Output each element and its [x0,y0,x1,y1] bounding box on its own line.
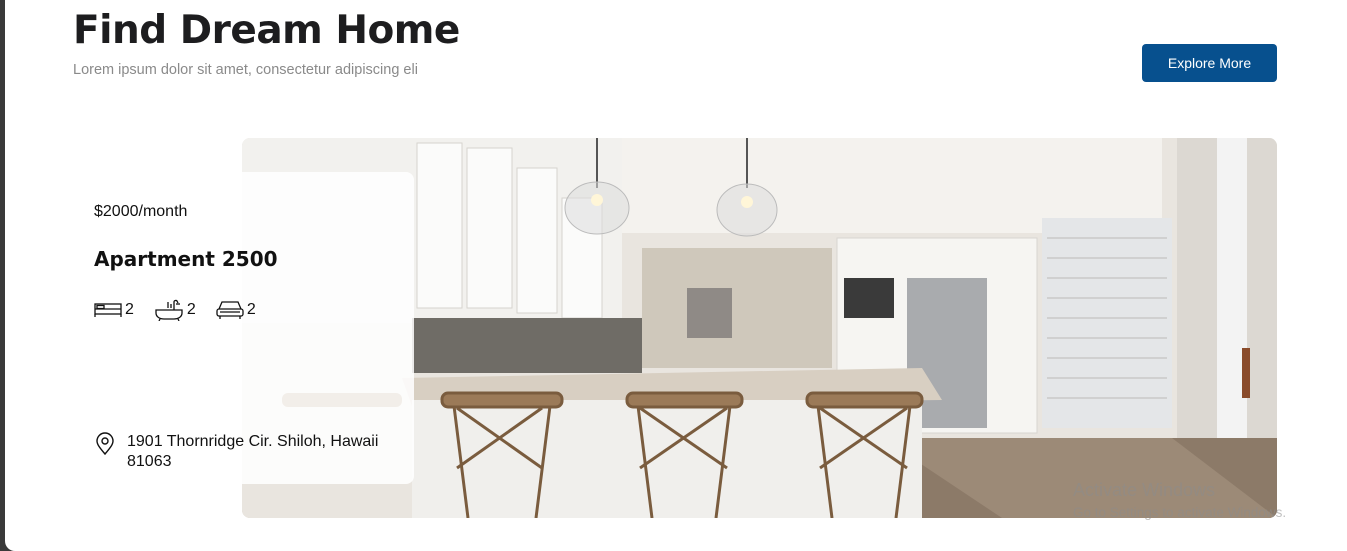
page-title: Find Dream Home [73,8,460,53]
bed-icon [94,301,122,319]
bathtub-icon [154,299,184,321]
activate-windows-watermark-subtitle: Go to Settings to activate Windows. [1073,505,1287,520]
listing-address: 1901 Thornridge Cir. Shiloh, Hawaii 8106… [127,433,379,470]
listing-location: 1901 Thornridge Cir. Shiloh, Hawaii 8106… [94,432,397,472]
activate-windows-watermark-title: Activate Windows [1073,480,1216,500]
listing-features: 2 2 2 [94,299,256,321]
page: Find Dream Home Lorem ipsum dolor sit am… [5,0,1347,551]
page-subtitle: Lorem ipsum dolor sit amet, consectetur … [73,62,418,78]
listing-name: Apartment 2500 [94,247,278,271]
garage-count: 2 [246,301,256,318]
feature-bedrooms: 2 [94,299,134,321]
explore-more-button[interactable]: Explore More [1142,44,1277,82]
location-pin-icon [94,432,116,461]
car-icon [216,300,244,320]
feature-garage: 2 [216,299,256,321]
listing-price: $2000/month [94,203,188,220]
bathrooms-count: 2 [186,301,196,318]
bedrooms-count: 2 [125,301,134,318]
feature-bathrooms: 2 [154,299,196,321]
listing-card[interactable]: $2000/month Apartment 2500 2 2 2 1901 Th… [75,172,414,484]
